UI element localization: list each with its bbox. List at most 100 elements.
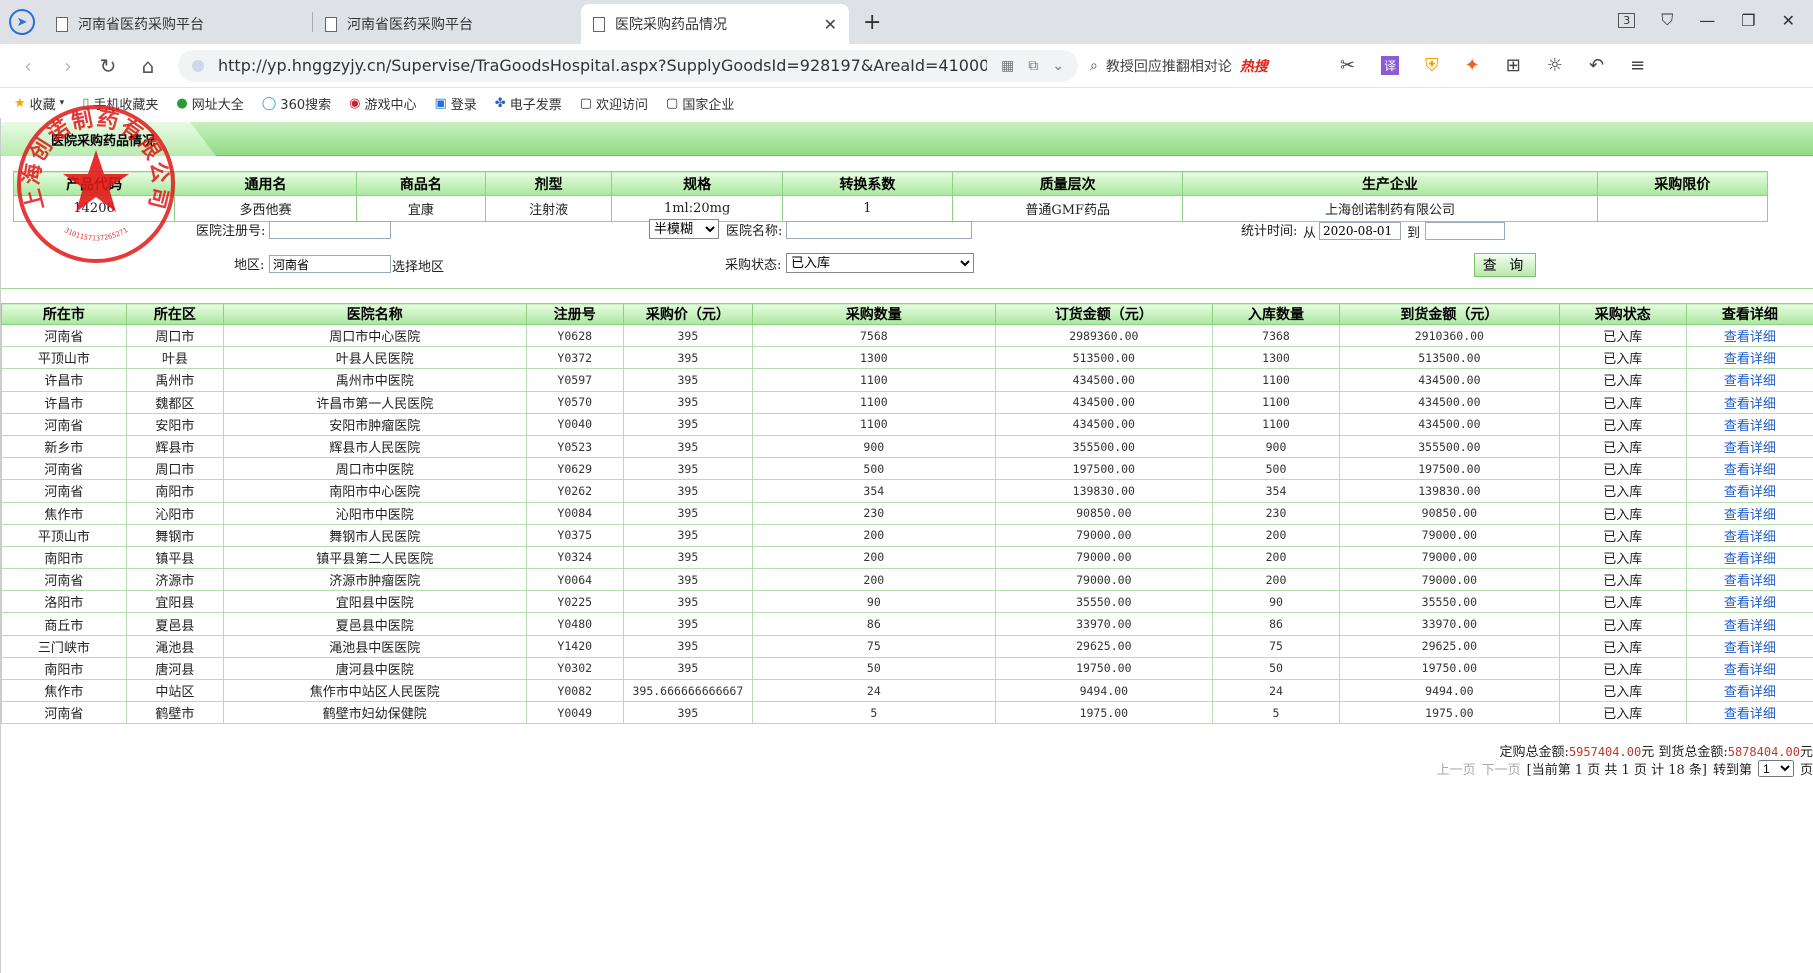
translate-icon[interactable]: 译	[1381, 56, 1400, 75]
minimize-icon[interactable]: —	[1699, 11, 1715, 30]
bookmark-login[interactable]: ▣ 登录	[434, 94, 476, 113]
tab-2[interactable]: 河南省医药采购平台	[313, 4, 581, 44]
back-icon[interactable]: ‹	[8, 54, 48, 78]
table-header-cell[interactable]: 到货金额（元）	[1339, 303, 1560, 325]
table-header-cell[interactable]: 医院名称	[222, 303, 527, 325]
scissors-icon[interactable]: ✂	[1340, 55, 1355, 76]
table-header-cell[interactable]: 入库数量	[1211, 303, 1341, 325]
table-cell: 南阳市	[125, 479, 224, 503]
table-row: 商丘市 夏邑县 夏邑县中医院 Y0480 395 86 33970.00 86 33970.00…	[1, 612, 1813, 636]
bookmark-360[interactable]: ◯ 360搜索	[262, 94, 331, 113]
table-cell: 354	[1211, 479, 1341, 503]
table-row: 焦作市 中站区 焦作市中站区人民医院 Y0082 395.666666666667 24 9…	[1, 678, 1813, 703]
view-detail-link[interactable]: 查看详细	[1724, 397, 1776, 412]
view-detail-link[interactable]: 查看详细	[1724, 552, 1776, 567]
table-cell: 南阳市	[1, 545, 127, 570]
address-bar[interactable]: http://yp.hnggzyjy.cn/Supervise/TraGoods…	[178, 49, 1078, 82]
screenshot-icon[interactable]: ⧉	[1028, 58, 1038, 74]
home-icon[interactable]: ⌂	[128, 54, 168, 78]
table-cell: 355500.00	[1339, 434, 1560, 459]
table-cell: 查看详细	[1685, 368, 1813, 392]
table-header-cell[interactable]: 采购价（元）	[622, 303, 753, 325]
match-mode-select[interactable]: 半模糊	[649, 219, 719, 239]
shirt-icon[interactable]: ⛉	[1661, 10, 1673, 30]
browser-logo[interactable]: ➤	[0, 0, 44, 44]
tab-count-badge[interactable]: 3	[1618, 12, 1636, 28]
table-header-cell[interactable]: 所在区	[125, 303, 224, 325]
bookmark-sites[interactable]: ● 网址大全	[176, 94, 243, 113]
url-text[interactable]: http://yp.hnggzyjy.cn/Supervise/TraGoods…	[218, 56, 987, 75]
bookmark-games[interactable]: ◉ 游戏中心	[349, 94, 416, 113]
menu-icon[interactable]: ≡	[1630, 55, 1645, 76]
tab-1[interactable]: 河南省医药采购平台	[44, 4, 312, 44]
view-detail-link[interactable]: 查看详细	[1724, 352, 1776, 367]
table-cell: 395	[622, 412, 753, 436]
view-detail-link[interactable]: 查看详细	[1724, 374, 1776, 389]
bookmark-mobile[interactable]: ▯ 手机收藏夹	[82, 94, 158, 113]
hospital-name-input[interactable]	[786, 221, 972, 239]
page-icon: ▢	[579, 95, 593, 111]
table-header-cell[interactable]: 采购状态	[1558, 303, 1687, 325]
table-cell: 395	[622, 656, 753, 681]
status-select[interactable]: 已入库	[786, 253, 974, 273]
bookmark-invoice[interactable]: ✤ 电子发票	[495, 94, 562, 113]
area-input[interactable]	[269, 255, 391, 273]
choose-area-link[interactable]: 选择地区	[392, 256, 444, 275]
table-header-cell[interactable]: 所在市	[1, 303, 127, 325]
view-detail-link[interactable]: 查看详细	[1724, 641, 1776, 656]
view-detail-link[interactable]: 查看详细	[1724, 530, 1776, 545]
view-detail-link[interactable]: 查看详细	[1724, 707, 1776, 722]
table-header-cell[interactable]: 注册号	[525, 303, 624, 325]
tab-strip: ➤ 河南省医药采购平台 河南省医药采购平台 医院采购药品情况 ✕ + 3 ⛉ — …	[0, 0, 1813, 44]
table-cell: 79000.00	[994, 523, 1213, 547]
table-cell: 1100	[1211, 368, 1341, 392]
date-to-input[interactable]	[1425, 222, 1505, 240]
view-detail-link[interactable]: 查看详细	[1724, 574, 1776, 589]
table-header-cell[interactable]: 采购数量	[751, 303, 996, 325]
view-detail-link[interactable]: 查看详细	[1724, 441, 1776, 456]
search-box[interactable]: ⌕ 教授回应推翻相对论 热搜	[1090, 50, 1320, 82]
view-detail-link[interactable]: 查看详细	[1724, 663, 1776, 678]
table-header-cell[interactable]: 查看详细	[1685, 303, 1813, 325]
view-detail-link[interactable]: 查看详细	[1724, 485, 1776, 500]
shield-icon[interactable]: ⛨	[1425, 55, 1439, 76]
reg-number-input[interactable]	[269, 221, 391, 239]
game-icon[interactable]: ✦	[1465, 55, 1480, 76]
undo-icon[interactable]: ↶	[1589, 55, 1604, 76]
prev-page-link[interactable]: 上一页	[1437, 759, 1476, 778]
chevron-down-icon[interactable]: ⌄	[1052, 58, 1064, 74]
view-detail-link[interactable]: 查看详细	[1724, 330, 1776, 345]
query-button[interactable]: 查 询	[1474, 253, 1536, 277]
table-cell: Y0082	[525, 678, 624, 703]
close-window-icon[interactable]: ✕	[1782, 11, 1795, 30]
table-cell: 洛阳市	[1, 590, 127, 614]
view-detail-link[interactable]: 查看详细	[1724, 596, 1776, 611]
reload-icon[interactable]: ↻	[88, 54, 128, 78]
search-suggestion[interactable]: 教授回应推翻相对论	[1106, 56, 1232, 76]
bookmark-favorites[interactable]: ★ 收藏 ▾	[14, 94, 64, 113]
next-page-link[interactable]: 下一页	[1482, 759, 1521, 778]
web-icon: ●	[176, 95, 188, 111]
new-tab-button[interactable]: +	[849, 10, 895, 35]
page-select[interactable]: 1	[1757, 760, 1794, 777]
table-cell: 焦作市	[1, 501, 127, 525]
grid-icon[interactable]: ⊞	[1506, 55, 1521, 76]
restore-icon[interactable]: ❐	[1741, 11, 1755, 30]
view-detail-link[interactable]: 查看详细	[1724, 508, 1776, 523]
panel-title: 医院采购药品情况	[1, 122, 216, 156]
close-tab-icon[interactable]: ✕	[824, 15, 837, 34]
brightness-icon[interactable]: ☼	[1547, 55, 1563, 76]
forward-icon[interactable]: ›	[48, 54, 88, 78]
qr-icon[interactable]: ▦	[1001, 58, 1014, 74]
view-detail-link[interactable]: 查看详细	[1724, 419, 1776, 434]
table-cell: Y0225	[525, 590, 624, 614]
table-header-cell[interactable]: 订货金额（元）	[994, 303, 1213, 325]
bookmark-welcome[interactable]: ▢ 欢迎访问	[580, 94, 648, 113]
tab-3-active[interactable]: 医院采购药品情况 ✕	[581, 4, 849, 44]
view-detail-link[interactable]: 查看详细	[1724, 685, 1776, 700]
view-detail-link[interactable]: 查看详细	[1724, 619, 1776, 634]
game-center-icon: ◉	[349, 95, 361, 111]
date-from-input[interactable]	[1319, 222, 1401, 240]
bookmark-enterprise[interactable]: ▢ 国家企业	[666, 94, 734, 113]
view-detail-link[interactable]: 查看详细	[1724, 463, 1776, 478]
